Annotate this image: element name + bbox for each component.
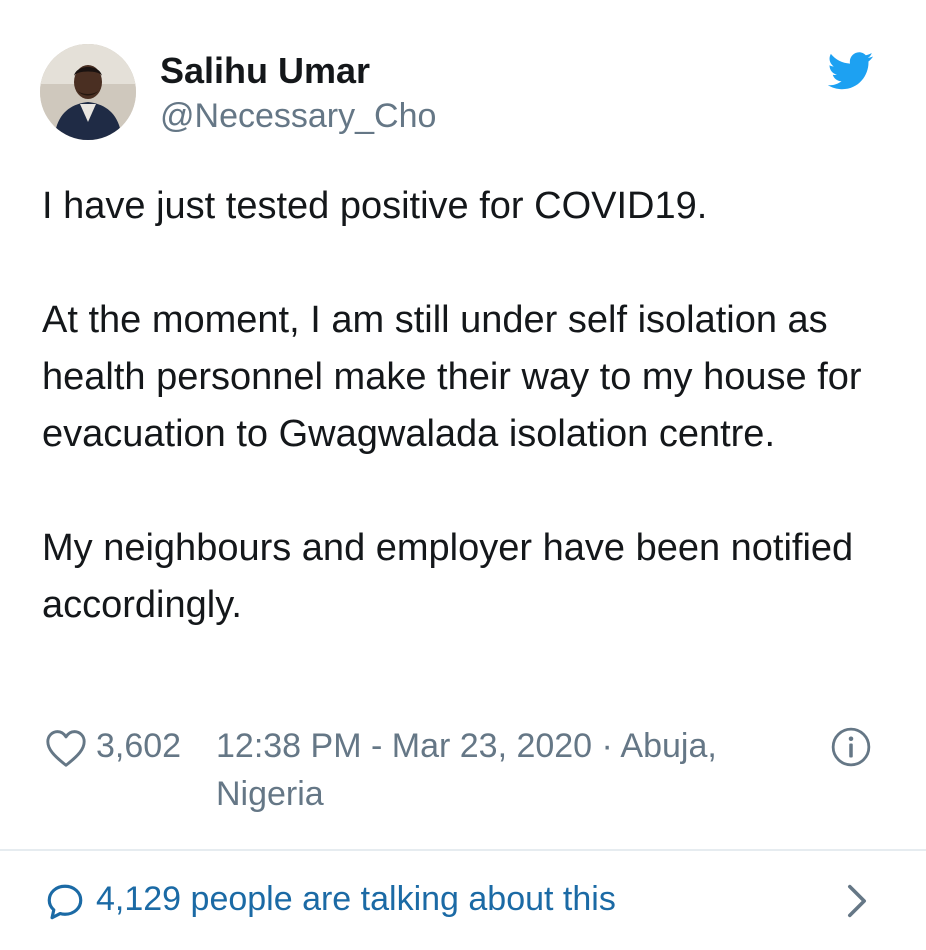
tweet-timestamp[interactable]: 12:38 PM - Mar 23, 2020 · Abuja, Nigeria (216, 722, 776, 818)
tweet-paragraph: I have just tested positive for COVID19. (42, 185, 708, 227)
tweet-paragraph: My neighbours and employer have been not… (42, 527, 854, 626)
display-name[interactable]: Salihu Umar (160, 50, 370, 92)
user-handle[interactable]: @Necessary_Cho (160, 96, 436, 136)
like-count[interactable]: 3,602 (96, 722, 181, 770)
chevron-right-icon[interactable] (846, 883, 868, 919)
tweet-paragraph: At the moment, I am still under self iso… (42, 299, 862, 455)
talking-about-link[interactable]: 4,129 people are talking about this (96, 875, 616, 923)
profile-photo-icon (40, 44, 136, 140)
tweet-text: I have just tested positive for COVID19.… (42, 178, 892, 634)
tweet-meta: 3,602 12:38 PM - Mar 23, 2020 · Abuja, N… (44, 722, 884, 822)
avatar[interactable] (40, 44, 136, 140)
heart-outline-icon[interactable] (44, 728, 88, 768)
speech-bubble-icon (47, 884, 83, 920)
info-icon[interactable] (830, 726, 872, 768)
twitter-bird-icon[interactable] (828, 52, 874, 90)
tweet-card: Salihu Umar @Necessary_Cho I have just t… (0, 0, 926, 950)
conversation-link[interactable]: 4,129 people are talking about this (0, 851, 926, 950)
